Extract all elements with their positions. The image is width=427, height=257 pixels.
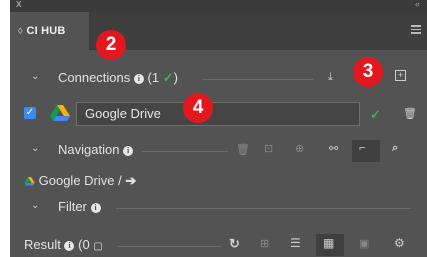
divider-line — [203, 79, 313, 80]
trash-icon[interactable]: 🗑 — [403, 107, 417, 120]
active-tool-background — [352, 140, 380, 162]
info-icon[interactable]: i — [133, 73, 144, 84]
google-drive-logo-icon — [50, 105, 70, 127]
info-icon[interactable]: i — [123, 145, 134, 156]
window-titlebar: x ‹‹ — [10, 0, 427, 12]
info-icon[interactable]: i — [64, 240, 75, 251]
panel-menu-icon[interactable] — [411, 25, 421, 36]
ci-hub-panel: x ‹‹ ◊ CI HUB ⌄ Connections i (1 ✓) ⤓ + … — [10, 0, 427, 257]
zoom-icon[interactable]: ⊕ — [295, 142, 304, 155]
refresh-icon[interactable]: ↻ — [229, 236, 240, 252]
chevron-down-icon[interactable]: ⌄ — [31, 200, 39, 211]
breadcrumb[interactable]: Google Drive / ➔ — [24, 173, 136, 189]
filter-row[interactable]: ⌄ Filter i — [10, 197, 427, 219]
divider-line — [116, 208, 411, 209]
add-icon[interactable]: ⊞ — [260, 237, 269, 250]
grid-view-icon[interactable]: ▦ — [323, 236, 334, 250]
google-drive-small-icon — [24, 174, 35, 189]
tab-label: CI HUB — [26, 25, 66, 37]
image-view-icon[interactable]: ▣ — [359, 237, 369, 250]
add-connection-icon[interactable]: + — [395, 70, 406, 81]
annotation-badge-3: 3 — [353, 57, 383, 87]
result-count: (0 — [78, 237, 90, 252]
annotation-badge-4: 4 — [183, 93, 213, 123]
list-view-icon[interactable]: ☰ — [290, 236, 301, 250]
info-icon[interactable]: i — [90, 202, 101, 213]
connections-label: Connections i (1 ✓) — [58, 70, 178, 85]
divider-line — [118, 246, 222, 247]
chevron-down-icon[interactable]: ⌄ — [31, 71, 39, 82]
filter-label: Filter i — [58, 199, 101, 214]
tab-strip: ◊ CI HUB — [10, 12, 427, 50]
close-panel-button[interactable]: x — [16, 0, 22, 10]
page-icon: ▢ — [93, 241, 103, 252]
collapse-panel-button[interactable]: ‹‹ — [415, 0, 420, 9]
link-icon[interactable]: ⚯ — [329, 142, 338, 155]
check-icon: ✓ — [162, 70, 174, 85]
result-label: Result i (0 ▢ — [24, 237, 103, 252]
folder-icon[interactable]: ⌐ — [359, 142, 365, 154]
result-row[interactable]: Result i (0 ▢ ↻ ⊞ ☰ ▦ ▣ ⚙ — [10, 234, 427, 256]
trash-icon[interactable]: 🗑 — [236, 143, 250, 156]
confirm-check-icon[interactable]: ✓ — [370, 107, 381, 123]
breadcrumb-text: Google Drive / — [38, 173, 122, 188]
search-icon[interactable]: ⌕ — [392, 142, 398, 155]
chevron-down-icon[interactable]: ⌄ — [31, 143, 39, 154]
drive-checkbox[interactable]: ✓ — [24, 107, 36, 119]
drive-name-field[interactable]: Google Drive — [76, 102, 360, 126]
download-icon[interactable]: ⤓ — [328, 71, 333, 84]
annotation-badge-2: 2 — [96, 30, 126, 60]
divider-line — [142, 151, 228, 152]
tab-ci-hub[interactable]: ◊ CI HUB — [10, 12, 89, 50]
navigation-row[interactable]: ⌄ Navigation i 🗑 ⊡ ⊕ ⚯ ⌐ ⌕ — [10, 140, 427, 162]
move-icon[interactable]: ⊡ — [264, 142, 273, 155]
settings-gear-icon[interactable]: ⚙ — [394, 236, 405, 250]
diamond-icon: ◊ — [18, 26, 23, 36]
arrow-right-icon[interactable]: ➔ — [125, 173, 136, 188]
navigation-label: Navigation i — [58, 142, 134, 157]
connections-count: (1 — [147, 70, 160, 85]
